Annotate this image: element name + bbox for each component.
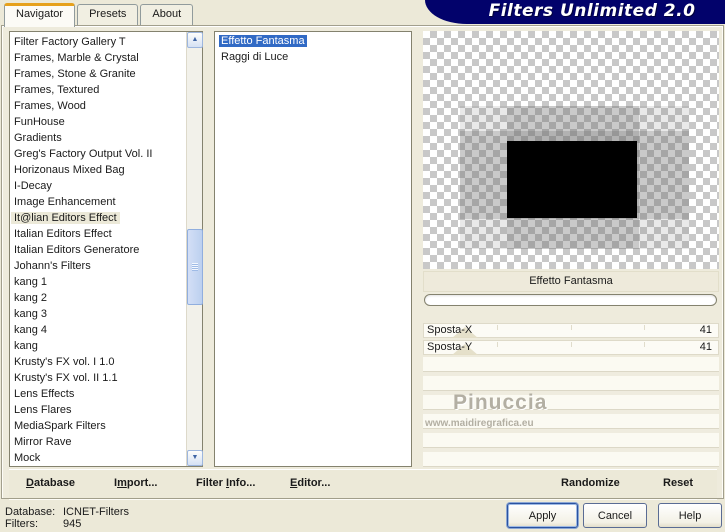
category-item[interactable]: kang 3: [11, 306, 185, 322]
watermark-name: Pinuccia: [453, 391, 548, 414]
filter-title-bar: Effetto Fantasma: [423, 271, 719, 292]
status-database-value: ICNET-Filters: [63, 506, 129, 518]
category-item[interactable]: Italian Editors Effect: [11, 226, 185, 242]
tab-label: Presets: [89, 8, 127, 20]
category-item[interactable]: kang 1: [11, 274, 185, 290]
tab[interactable]: About: [140, 4, 194, 25]
category-item[interactable]: Frames, Marble & Crystal: [11, 50, 185, 66]
slider-label: Sposta-X: [427, 324, 473, 336]
category-item[interactable]: Filter Factory Gallery T: [11, 34, 185, 50]
category-item[interactable]: Gradients: [11, 130, 185, 146]
status-database-row: Database: ICNET-Filters: [5, 506, 129, 518]
category-item[interactable]: Greg's Factory Output Vol. II: [11, 146, 185, 162]
randomize-button[interactable]: Randomize: [561, 477, 620, 489]
category-item[interactable]: Italian Editors Generatore: [11, 242, 185, 258]
title-banner: Filters Unlimited 2.0: [425, 0, 725, 24]
category-item[interactable]: Krusty's FX vol. II 1.1: [11, 370, 185, 386]
progress-bar: [424, 294, 717, 306]
scroll-down-icon[interactable]: ▼: [187, 450, 203, 466]
bottom-toolbar: Database Import... Filter Info... Editor…: [9, 469, 717, 499]
tab-label: Navigator: [16, 8, 64, 20]
filter-list: Effetto Fantasma Raggi di Luce: [214, 31, 412, 467]
category-item[interactable]: Horizonaus Mixed Bag: [11, 162, 185, 178]
category-item[interactable]: Frames, Textured: [11, 82, 185, 98]
category-item[interactable]: MediaSpark Filters: [11, 418, 185, 434]
navigator-panel: Filter Factory Gallery T Frames, Marble …: [1, 25, 724, 499]
category-item[interactable]: kang 4: [11, 322, 185, 338]
category-item[interactable]: I-Decay: [11, 178, 185, 194]
status-filters-row: Filters: 945: [5, 518, 129, 530]
category-item[interactable]: kang 2: [11, 290, 185, 306]
filter-title: Effetto Fantasma: [529, 275, 613, 287]
category-item[interactable]: Mock: [11, 450, 185, 465]
category-list: Filter Factory Gallery T Frames, Marble …: [9, 31, 203, 467]
filters-unlimited-window: Filters Unlimited 2.0 Navigator Presets …: [0, 0, 725, 532]
tab-label: About: [152, 8, 182, 20]
import-button[interactable]: Import...: [114, 477, 157, 489]
preview-black-rectangle: [507, 141, 637, 218]
scrollbar-thumb[interactable]: [187, 229, 203, 305]
help-button[interactable]: Help: [658, 503, 722, 528]
category-item[interactable]: Image Enhancement: [11, 194, 185, 210]
category-scrollbar[interactable]: ▲ ▼: [186, 32, 203, 466]
category-item[interactable]: Mirror Rave: [11, 434, 185, 450]
window-title: Filters Unlimited 2.0: [488, 1, 696, 21]
category-item[interactable]: Frames, Wood: [11, 98, 185, 114]
category-item[interactable]: Frames, Stone & Granite: [11, 66, 185, 82]
cancel-button[interactable]: Cancel: [583, 503, 647, 528]
status-database-label: Database:: [5, 506, 56, 518]
slider-value: 41: [699, 324, 712, 336]
category-item[interactable]: Lens Flares: [11, 402, 185, 418]
filter-info-button[interactable]: Filter Info...: [196, 477, 255, 489]
filter-item[interactable]: Raggi di Luce: [215, 50, 411, 66]
tab-bar: Navigator Presets About: [4, 3, 195, 27]
apply-button[interactable]: Apply: [507, 503, 578, 528]
category-item[interactable]: Johann's Filters: [11, 258, 185, 274]
category-item[interactable]: kang: [11, 338, 185, 354]
filter-item[interactable]: Effetto Fantasma: [215, 34, 411, 50]
category-item[interactable]: FunHouse: [11, 114, 185, 130]
slider[interactable]: Sposta-X 41: [423, 323, 719, 338]
preview-column: Effetto Fantasma Sposta-X 41 Sposta-Y 41…: [423, 31, 719, 493]
status-filters-label: Filters:: [5, 518, 38, 530]
database-button[interactable]: Database: [26, 477, 75, 489]
slider-label: Sposta-Y: [427, 341, 473, 353]
status-filters-value: 945: [63, 518, 82, 530]
category-items: Filter Factory Gallery T Frames, Marble …: [11, 34, 185, 465]
tab[interactable]: Presets: [77, 4, 139, 25]
category-item[interactable]: Krusty's FX vol. I 1.0: [11, 354, 185, 370]
editor-button[interactable]: Editor...: [290, 477, 330, 489]
slider-value: 41: [699, 341, 712, 353]
category-item[interactable]: It@lian Editors Effect: [11, 210, 185, 226]
watermark-url: www.maidiregrafica.eu: [425, 418, 534, 429]
slider-group: Sposta-X 41 Sposta-Y 41: [423, 323, 719, 357]
preview-canvas: [423, 31, 719, 269]
category-item[interactable]: Lens Effects: [11, 386, 185, 402]
tab[interactable]: Navigator: [4, 3, 76, 27]
status-area: Database: ICNET-Filters Filters: 945: [5, 506, 129, 530]
slider[interactable]: Sposta-Y 41: [423, 340, 719, 355]
reset-button[interactable]: Reset: [663, 477, 693, 489]
scroll-up-icon[interactable]: ▲: [187, 32, 203, 48]
